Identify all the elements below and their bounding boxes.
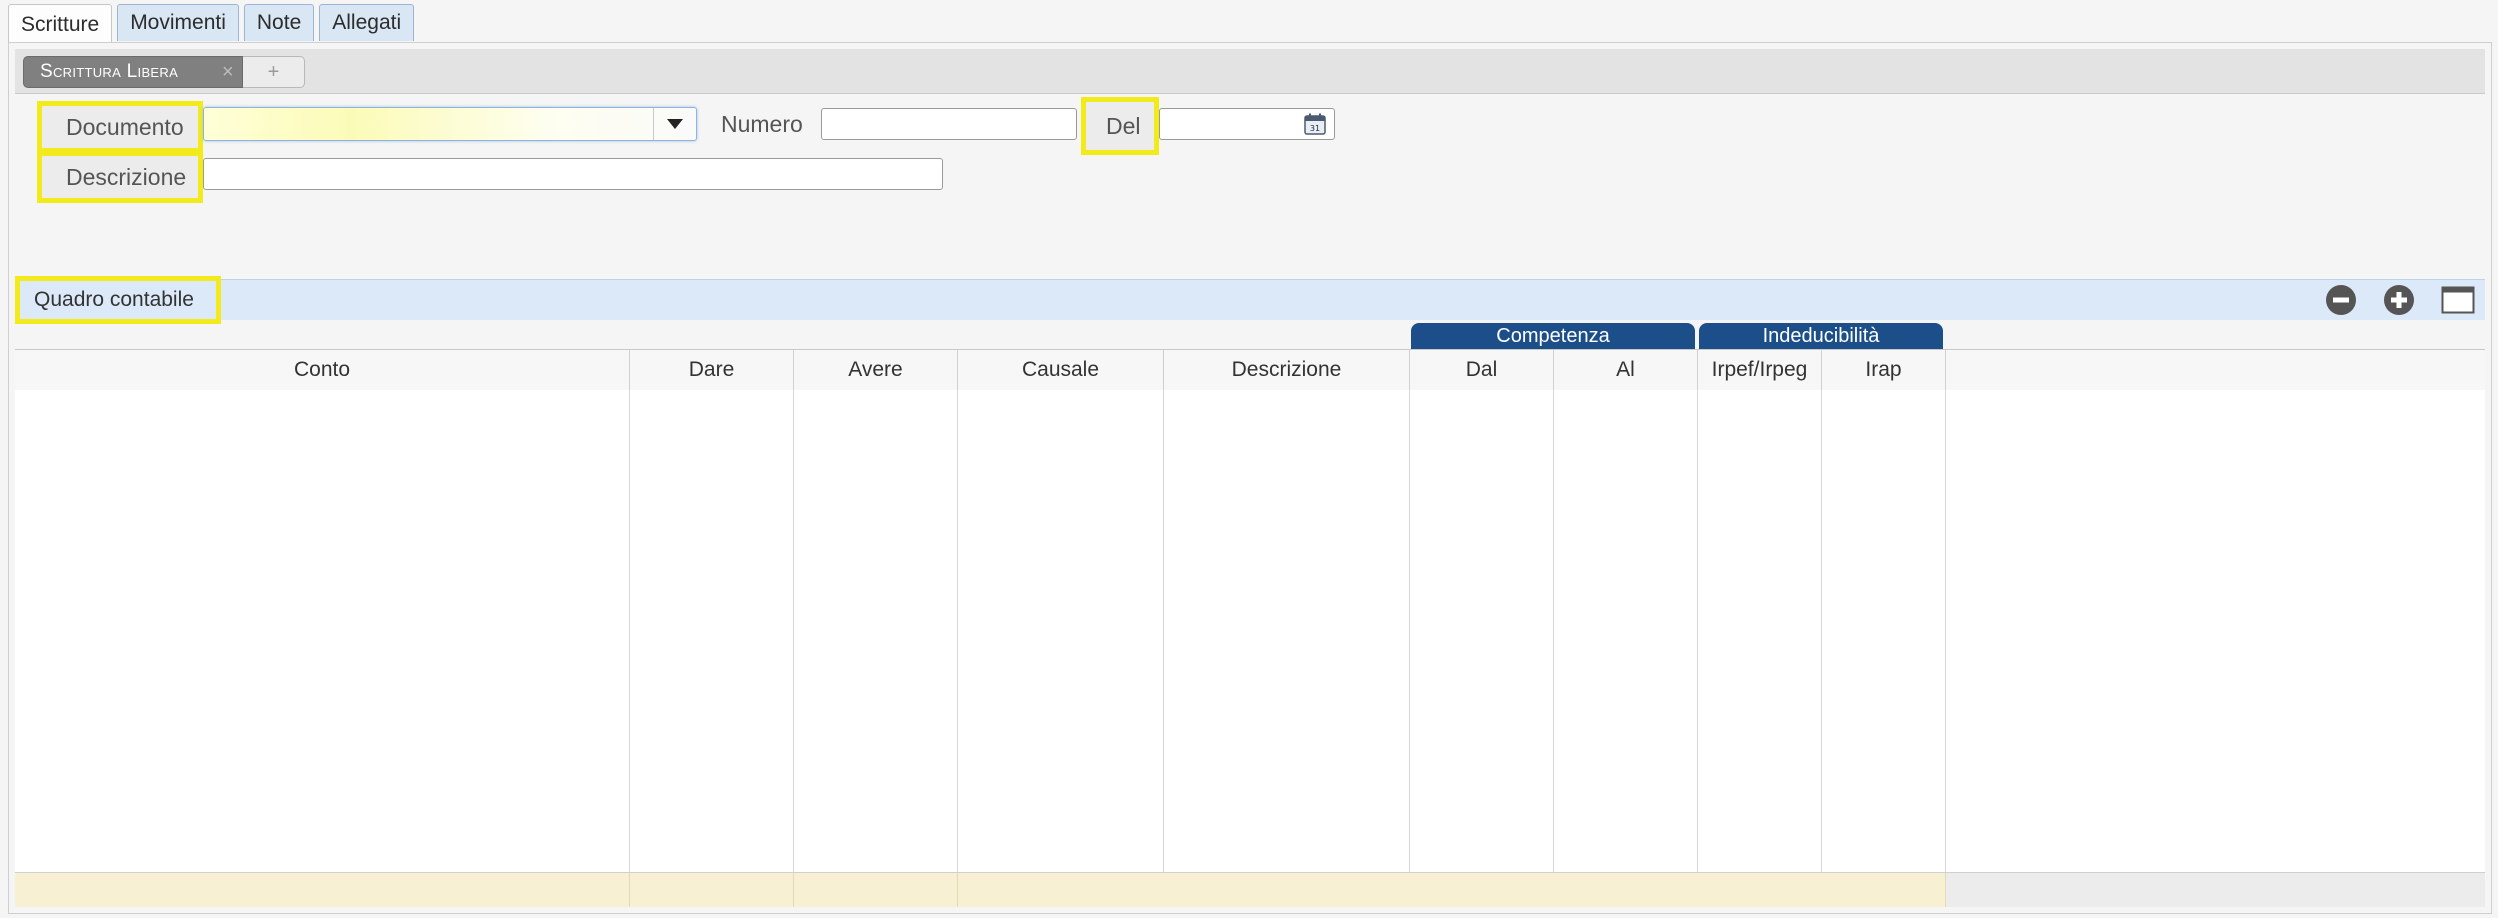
footer-empty-area bbox=[1946, 873, 2485, 907]
numero-label: Numero bbox=[721, 110, 803, 137]
column-header-row: Conto Dare Avere Causale Descrizione Dal… bbox=[15, 349, 2485, 391]
column-divider bbox=[1821, 390, 1822, 872]
app-root: Scritture Movimenti Note Allegati Scritt… bbox=[0, 0, 2498, 918]
grid-footer-row bbox=[15, 873, 2485, 907]
column-divider bbox=[957, 390, 958, 872]
close-icon[interactable]: × bbox=[222, 61, 234, 84]
col-header-irpef-irpeg[interactable]: Irpef/Irpeg bbox=[1698, 350, 1822, 390]
column-divider bbox=[1409, 390, 1410, 872]
col-header-avere[interactable]: Avere bbox=[794, 350, 958, 390]
col-header-conto[interactable]: Conto bbox=[15, 350, 630, 390]
footer-cell-avere bbox=[794, 873, 958, 907]
minus-circle-icon[interactable] bbox=[2325, 284, 2357, 321]
subtab-scrittura-libera[interactable]: Scrittura Libera × bbox=[23, 56, 243, 88]
main-frame: Scrittura Libera × + Documento Numero De… bbox=[8, 42, 2492, 914]
plus-circle-icon[interactable] bbox=[2383, 284, 2415, 321]
tab-movimenti[interactable]: Movimenti bbox=[117, 4, 239, 41]
tab-allegati[interactable]: Allegati bbox=[319, 4, 415, 41]
subtab-strip: Scrittura Libera × + bbox=[15, 49, 2485, 94]
column-divider bbox=[629, 390, 630, 872]
top-tabs: Scritture Movimenti Note Allegati bbox=[8, 4, 415, 45]
column-divider bbox=[1553, 390, 1554, 872]
group-header-indeducibilita: Indeducibilità bbox=[1699, 323, 1943, 349]
grid-body[interactable] bbox=[15, 390, 2485, 873]
panel-header: Quadro contabile bbox=[15, 276, 2485, 324]
col-header-dare[interactable]: Dare bbox=[630, 350, 794, 390]
column-divider bbox=[1163, 390, 1164, 872]
column-divider bbox=[793, 390, 794, 872]
footer-cell-rest bbox=[958, 873, 1946, 907]
documento-select[interactable] bbox=[203, 107, 697, 141]
panel-title: Quadro contabile bbox=[15, 276, 221, 324]
del-label: Del bbox=[1081, 97, 1159, 155]
add-subtab-button[interactable]: + bbox=[243, 56, 305, 88]
col-header-al[interactable]: Al bbox=[1554, 350, 1698, 390]
del-date-input[interactable]: 31 bbox=[1159, 108, 1335, 140]
window-maximize-icon[interactable] bbox=[2441, 286, 2475, 319]
panel-tools bbox=[2325, 284, 2475, 321]
col-header-descrizione[interactable]: Descrizione bbox=[1164, 350, 1410, 390]
svg-text:31: 31 bbox=[1310, 124, 1320, 133]
numero-input[interactable] bbox=[821, 108, 1077, 140]
col-header-dal[interactable]: Dal bbox=[1410, 350, 1554, 390]
column-divider bbox=[1697, 390, 1698, 872]
dropdown-arrow-icon[interactable] bbox=[653, 108, 696, 140]
subtab-group: Scrittura Libera × + bbox=[23, 56, 305, 88]
col-header-irap[interactable]: Irap bbox=[1822, 350, 1946, 390]
tab-note[interactable]: Note bbox=[243, 4, 315, 41]
descrizione-label: Descrizione bbox=[37, 151, 203, 203]
footer-cell-dare bbox=[630, 873, 794, 907]
quadro-contabile-grid: Competenza Indeducibilità Conto Dare Ave… bbox=[15, 319, 2485, 911]
group-header-competenza: Competenza bbox=[1411, 323, 1695, 349]
documento-label: Documento bbox=[37, 101, 203, 153]
footer-cell-conto bbox=[15, 873, 630, 907]
descrizione-input[interactable] bbox=[203, 158, 943, 190]
subtab-label: Scrittura Libera bbox=[40, 61, 179, 82]
column-divider bbox=[1945, 390, 1946, 872]
tab-scritture[interactable]: Scritture bbox=[8, 4, 113, 45]
calendar-icon[interactable]: 31 bbox=[1304, 113, 1326, 140]
col-header-causale[interactable]: Causale bbox=[958, 350, 1164, 390]
